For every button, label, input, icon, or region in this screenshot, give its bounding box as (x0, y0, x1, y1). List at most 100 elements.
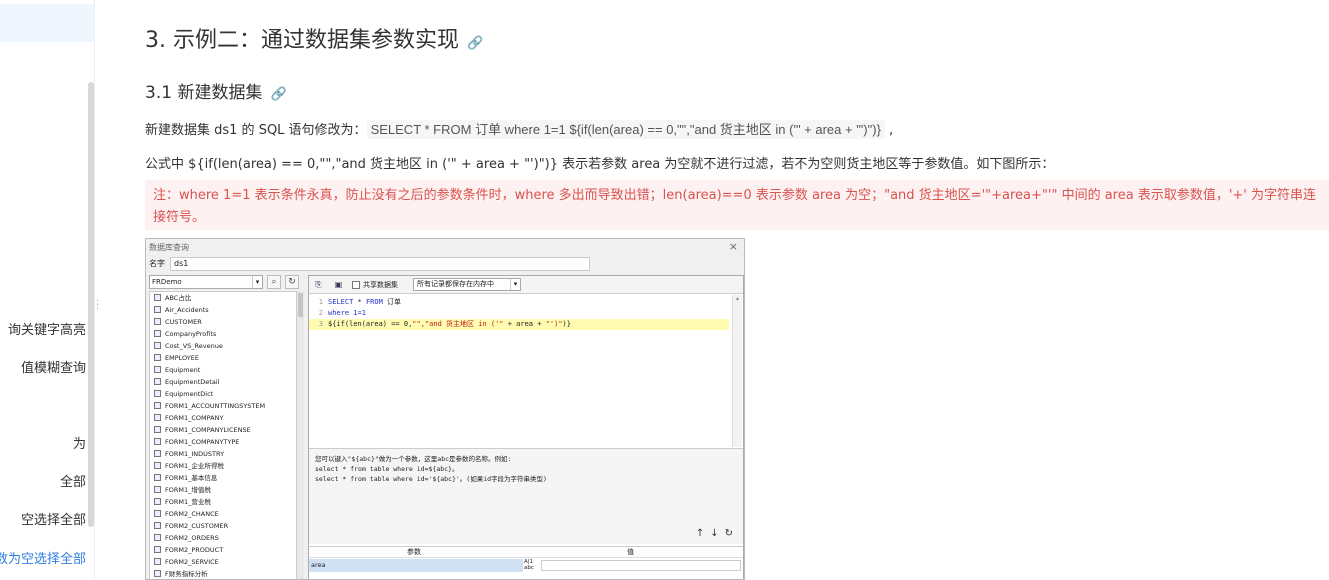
name-input[interactable]: ds1 (170, 257, 590, 271)
table-tree-item[interactable]: CompanyProfits (150, 328, 298, 340)
table-icon (154, 510, 161, 517)
table-tree-label: EquipmentDict (165, 390, 214, 398)
table-icon (154, 558, 161, 565)
table-tree-item[interactable]: Air_Accidents (150, 304, 298, 316)
table-tree-item[interactable]: EquipmentDict (150, 388, 298, 400)
preview-icon[interactable]: ⎘ (313, 279, 324, 290)
table-tree-label: ABC占比 (165, 294, 192, 302)
table-tree-label: FORM1_营业税 (165, 498, 211, 506)
table-tree-item[interactable]: ABC占比 (150, 292, 298, 304)
param-value-input[interactable] (541, 560, 741, 571)
scrollbar-thumb[interactable] (298, 293, 303, 317)
table-icon (154, 414, 161, 421)
table-icon (154, 498, 161, 505)
table-tree-item[interactable]: FORM1_增值税 (150, 484, 298, 496)
paragraph-formula: 公式中 ${if(len(area) == 0,"","and 货主地区 in … (145, 157, 1055, 172)
table-tree-item[interactable]: FORM1_ACCOUNTTINGSYSTEM (150, 400, 298, 412)
table-tree-item[interactable]: Equipment (150, 364, 298, 376)
table-row[interactable]: area A|1 abc (309, 559, 743, 572)
section-title-text: 3. 示例二：通过数据集参数实现 (145, 28, 459, 53)
editor-toolbar: ⎘ ▣ 共享数据集 所有记录都保存在内存中 ▾ (309, 276, 743, 294)
arrow-down-icon[interactable]: ↓ (710, 528, 724, 539)
table-tree-label: FORM2_ORDERS (165, 534, 219, 542)
param-column-header: 参数 (407, 548, 421, 556)
table-tree-item[interactable]: FORM1_营业税 (150, 496, 298, 508)
table-tree-label: EMPLOYEE (165, 354, 199, 362)
sidebar-item-keyword-highlight[interactable]: 询关键字高亮 (8, 319, 86, 338)
table-icon (154, 426, 161, 433)
sql-keyword: where (328, 309, 350, 317)
table-icon (154, 390, 161, 397)
sidebar-active-item[interactable] (0, 4, 94, 42)
sidebar-scrollbar[interactable] (88, 82, 94, 527)
table-tree-item[interactable]: FORM2_PRODUCT (150, 544, 298, 556)
table-tree-item[interactable]: FORM2_ORDERS (150, 532, 298, 544)
sql-text: )} (562, 320, 571, 328)
table-tree-label: FORM2_SERVICE (165, 558, 219, 566)
cache-mode-select[interactable]: 所有记录都保存在内存中 ▾ (413, 278, 521, 291)
paragraph-text: , (884, 123, 894, 138)
save-icon[interactable]: ▣ (333, 279, 344, 290)
editor-scrollbar[interactable]: ▴ (732, 295, 742, 447)
paragraph-text: 新建数据集 ds1 的 SQL 语句修改为： (145, 123, 367, 138)
table-tree-item[interactable]: FORM1_INDUSTRY (150, 448, 298, 460)
sidebar-item-param-empty-select-all[interactable]: 数为空选择全部 (0, 548, 86, 567)
type-icon[interactable]: A|1 abc (524, 559, 540, 572)
subsection-title: 3.1 新建数据集 🔗 (145, 78, 287, 103)
dialog-title: 数据库查询 (149, 243, 189, 252)
table-tree-item[interactable]: FORM2_SERVICE (150, 556, 298, 568)
sidebar-item-fragment[interactable]: 为 (73, 433, 86, 452)
sidebar-item-all[interactable]: 全部 (60, 471, 86, 490)
chevron-down-icon: ▾ (510, 279, 520, 290)
refresh-icon[interactable]: ↻ (725, 528, 739, 539)
line-number: 1 (318, 298, 323, 306)
sql-text: 订单 (382, 298, 402, 306)
table-tree-label: EquipmentDetail (165, 378, 220, 386)
table-tree-item[interactable]: Cost_VS_Revenue (150, 340, 298, 352)
table-icon (154, 474, 161, 481)
sidebar-resize-handle[interactable]: · · · (96, 297, 99, 315)
table-tree-label: FORM1_基本信息 (165, 474, 218, 482)
table-tree-item[interactable]: FORM2_CUSTOMER (150, 520, 298, 532)
refresh-icon[interactable]: ↻ (285, 275, 299, 289)
close-icon[interactable]: × (729, 240, 738, 253)
table-tree-label: FORM1_增值税 (165, 486, 211, 494)
sql-editor-panel: ⎘ ▣ 共享数据集 所有记录都保存在内存中 ▾ 1 SELECT * FROM 订单… (308, 275, 744, 579)
database-select[interactable]: FRDemo ▾ (149, 275, 263, 289)
tree-scrollbar[interactable] (296, 291, 304, 579)
anchor-link-icon[interactable]: 🔗 (270, 87, 286, 102)
anchor-link-icon[interactable]: 🔗 (467, 36, 483, 51)
sidebar-item-fuzzy-query[interactable]: 值模糊查询 (21, 357, 86, 376)
search-icon[interactable]: ⌕ (267, 275, 281, 289)
hint-text: 您可以键入"${abc}"做为一个参数，这里abc是参数的名称。例如: (315, 455, 512, 463)
parameter-hint: 您可以键入"${abc}"做为一个参数，这里abc是参数的名称。例如: sele… (309, 448, 743, 544)
table-tree-item[interactable]: FORM1_企业所得税 (150, 460, 298, 472)
table-tree-item[interactable]: FORM1_COMPANY (150, 412, 298, 424)
line-number: 3 (318, 320, 323, 328)
sql-code-editor[interactable]: 1 SELECT * FROM 订单 2 where 1=1 3 ${if(len(a… (309, 295, 733, 447)
share-dataset-checkbox[interactable] (352, 281, 360, 289)
table-icon (154, 570, 161, 577)
code-line: 1 SELECT * FROM 订单 (309, 297, 401, 308)
hint-text: select * from table where id='${abc}'。(如… (315, 475, 547, 483)
arrow-up-icon[interactable]: ↑ (696, 528, 710, 539)
name-label: 名字 (149, 259, 165, 268)
table-tree-item[interactable]: FORM1_COMPANYLICENSE (150, 424, 298, 436)
table-tree-item[interactable]: EMPLOYEE (150, 352, 298, 364)
table-tree-item[interactable]: CUSTOMER (150, 316, 298, 328)
sql-text: 1=1 (349, 309, 366, 317)
paragraph-sql: 新建数据集 ds1 的 SQL 语句修改为： SELECT * FROM 订单 w… (145, 119, 894, 139)
inline-code: SELECT * FROM 订单 where 1=1 ${if(len(area… (366, 120, 885, 139)
sidebar-item-empty-select-all[interactable]: 空选择全部 (21, 509, 86, 528)
table-tree-label: FORM2_PRODUCT (165, 546, 224, 554)
table-icon (154, 438, 161, 445)
table-icon (154, 294, 161, 301)
table-tree-label: FORM1_COMPANY (165, 414, 224, 422)
table-tree-item[interactable]: F财务指标分析 (150, 568, 298, 579)
table-tree-item[interactable]: EquipmentDetail (150, 376, 298, 388)
table-tree-label: CUSTOMER (165, 318, 202, 326)
table-tree-item[interactable]: FORM1_基本信息 (150, 472, 298, 484)
table-tree-item[interactable]: FORM1_COMPANYTYPE (150, 436, 298, 448)
table-tree: ABC占比 Air_Accidents CUSTOMER CompanyProfits… (149, 291, 299, 579)
table-tree-item[interactable]: FORM2_CHANCE (150, 508, 298, 520)
